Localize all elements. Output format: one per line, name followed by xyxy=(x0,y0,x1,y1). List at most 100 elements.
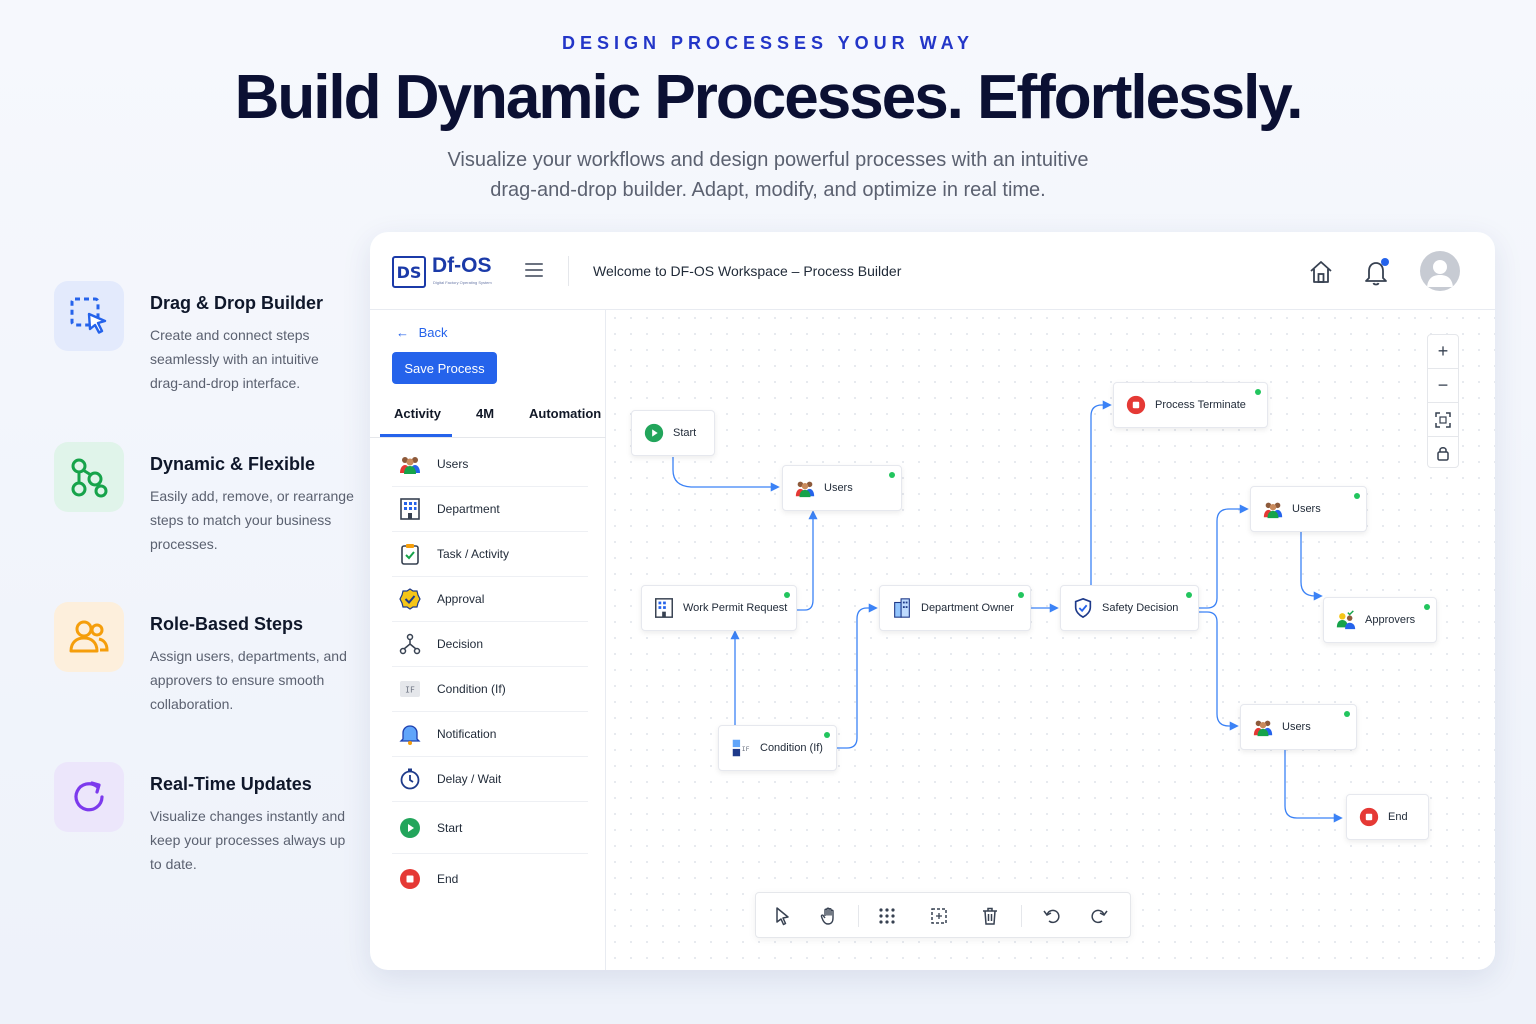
feature-role-based: Role-Based Steps Assign users, departmen… xyxy=(54,602,364,742)
hero-eyebrow: DESIGN PROCESSES YOUR WAY xyxy=(561,33,975,53)
node-process-terminate[interactable]: Process Terminate xyxy=(1113,382,1268,428)
timer-icon xyxy=(398,767,422,791)
users-group-icon xyxy=(1252,716,1274,738)
zoom-controls: + − xyxy=(1427,334,1459,468)
feature-title: Dynamic & Flexible xyxy=(150,454,316,474)
canvas-toolbar xyxy=(755,892,1131,938)
users-group-icon xyxy=(1262,498,1284,520)
palette-label: Notification xyxy=(437,727,497,741)
palette-label: Department xyxy=(437,502,500,516)
node-label: Users xyxy=(1292,503,1321,515)
node-end[interactable]: End xyxy=(1346,794,1429,840)
logo-tagline: Digital Factory Operating System xyxy=(433,280,492,285)
node-label: Approvers xyxy=(1365,614,1416,626)
node-work-permit-request[interactable]: Work Permit Request xyxy=(641,585,797,631)
feature-title: Drag & Drop Builder xyxy=(150,293,324,313)
logo-mark: DS xyxy=(392,256,426,288)
palette-label: End xyxy=(437,872,459,886)
building-icon xyxy=(398,497,422,521)
node-users-3[interactable]: Users xyxy=(1240,704,1357,750)
bell-icon xyxy=(398,722,422,746)
fit-view-icon[interactable] xyxy=(1428,403,1458,436)
palette-item-start[interactable]: Start xyxy=(392,802,588,854)
node-label: Users xyxy=(1282,721,1311,733)
back-label: Back xyxy=(418,325,448,340)
palette-item-users[interactable]: Users xyxy=(392,442,588,487)
tab-4m[interactable]: 4M xyxy=(476,406,494,421)
zoom-in-icon[interactable]: + xyxy=(1428,335,1458,368)
menu-icon[interactable] xyxy=(525,263,543,277)
undo-icon[interactable] xyxy=(1042,906,1062,926)
building-icon xyxy=(653,597,675,619)
feature-title: Real-Time Updates xyxy=(150,774,312,794)
feature-title: Role-Based Steps xyxy=(150,614,304,634)
welcome-text: Welcome to DF-OS Workspace – Process Bui… xyxy=(593,263,902,279)
hero-subline-line-1: Visualize your workflows and design powe… xyxy=(447,149,1089,171)
approval-badge-icon xyxy=(398,587,422,611)
redo-icon[interactable] xyxy=(1089,906,1109,926)
hero-subline: Visualize your workflows and design powe… xyxy=(0,145,1536,205)
palette-label: Approval xyxy=(437,592,485,606)
process-canvas[interactable]: Start Users Work Permit Request IF Condi… xyxy=(607,310,1495,970)
node-label: End xyxy=(1388,811,1408,823)
back-link[interactable]: ← Back xyxy=(396,325,448,340)
feature-desc: Easily add, remove, or rearrange steps t… xyxy=(150,488,354,552)
pointer-icon[interactable] xyxy=(772,906,792,926)
nodes-graph-icon xyxy=(54,442,124,512)
palette-item-department[interactable]: Department xyxy=(392,487,588,532)
node-condition-if[interactable]: IF Condition (If) xyxy=(718,725,837,771)
status-dot xyxy=(824,732,830,738)
active-tab-indicator xyxy=(380,434,452,437)
users-group-icon xyxy=(398,452,422,476)
save-process-button[interactable]: Save Process xyxy=(392,352,497,384)
palette-label: Users xyxy=(437,457,469,471)
lock-icon[interactable] xyxy=(1428,436,1458,469)
node-users-2[interactable]: Users xyxy=(1250,486,1367,532)
refresh-icon xyxy=(54,762,124,832)
play-icon xyxy=(398,816,422,840)
trash-icon[interactable] xyxy=(980,906,1000,926)
node-start[interactable]: Start xyxy=(631,410,715,456)
svg-text:IF: IF xyxy=(405,686,415,695)
dfos-logo[interactable]: DS Df-OS Digital Factory Operating Syste… xyxy=(392,254,492,290)
arrow-left-icon: ← xyxy=(396,325,409,340)
palette-item-decision[interactable]: Decision xyxy=(392,622,588,667)
node-label: Users xyxy=(824,482,853,494)
home-icon[interactable] xyxy=(1308,259,1334,285)
tab-activity[interactable]: Activity xyxy=(394,406,441,421)
palette-item-approval[interactable]: Approval xyxy=(392,577,588,622)
feature-desc: Assign users, departments, and approvers… xyxy=(150,648,347,712)
stop-icon xyxy=(1125,394,1147,416)
approvers-icon xyxy=(1335,609,1357,631)
palette-item-notification[interactable]: Notification xyxy=(392,712,588,757)
status-dot xyxy=(1018,592,1024,598)
zoom-out-icon[interactable]: − xyxy=(1428,369,1458,402)
node-safety-decision[interactable]: Safety Decision xyxy=(1060,585,1199,631)
palette-item-end[interactable]: End xyxy=(392,854,588,904)
clipboard-check-icon xyxy=(398,542,422,566)
hero-headline: Build Dynamic Processes. Effortlessly. xyxy=(234,63,1304,132)
palette-item-condition[interactable]: IF Condition (If) xyxy=(392,667,588,712)
grid-dots-icon[interactable] xyxy=(877,906,897,926)
palette-item-task[interactable]: Task / Activity xyxy=(392,532,588,577)
node-label: Department Owner xyxy=(921,602,1014,614)
shield-check-icon xyxy=(1072,597,1094,619)
node-users-1[interactable]: Users xyxy=(782,465,902,511)
panel-tabs: Activity 4M Automation xyxy=(370,398,606,438)
node-department-owner[interactable]: Department Owner xyxy=(879,585,1031,631)
node-approvers[interactable]: Approvers xyxy=(1323,597,1437,643)
node-label: Work Permit Request xyxy=(683,602,788,614)
select-area-icon[interactable] xyxy=(929,906,949,926)
topbar-divider xyxy=(568,256,569,286)
node-label: Process Terminate xyxy=(1155,399,1246,411)
feature-drag-drop: Drag & Drop Builder Create and connect s… xyxy=(54,281,364,421)
process-builder-window: DS Df-OS Digital Factory Operating Syste… xyxy=(370,232,1495,970)
feature-dynamic-flexible: Dynamic & Flexible Easily add, remove, o… xyxy=(54,442,364,582)
bell-icon[interactable] xyxy=(1363,257,1391,287)
palette-label: Start xyxy=(437,820,463,835)
avatar[interactable] xyxy=(1420,251,1460,291)
tab-automation[interactable]: Automation xyxy=(529,406,601,421)
building-icon xyxy=(891,597,913,619)
hand-pan-icon[interactable] xyxy=(819,906,839,926)
palette-item-delay[interactable]: Delay / Wait xyxy=(392,757,588,802)
